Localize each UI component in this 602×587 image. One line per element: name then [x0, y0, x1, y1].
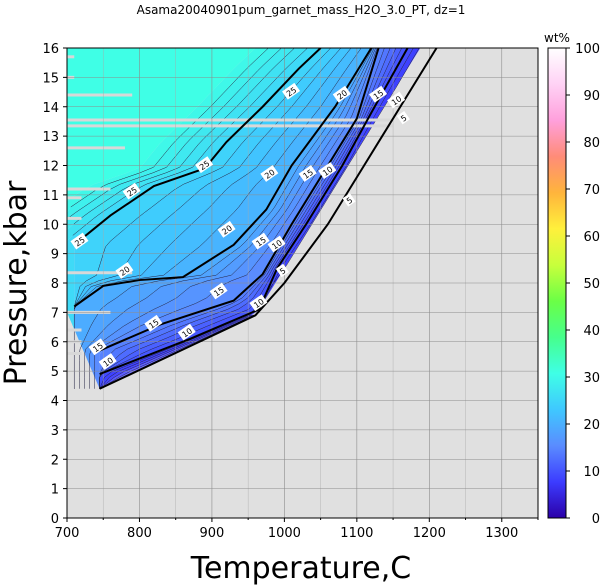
colorbar-tick-label: 30: [583, 371, 600, 386]
colorbar-label: wt%: [544, 31, 570, 45]
y-tick-label: 6: [51, 336, 59, 351]
y-tick-label: 15: [42, 71, 59, 86]
y-tick-label: 12: [42, 160, 59, 175]
y-tick-label: 4: [51, 395, 59, 410]
colorbar-tick-label: 50: [583, 277, 600, 292]
y-tick-label: 5: [51, 365, 59, 380]
y-tick-label: 13: [42, 130, 59, 145]
y-tick-label: 7: [51, 306, 59, 321]
y-tick-label: 1: [51, 483, 59, 498]
y-tick-label: 3: [51, 424, 59, 439]
colorbar-tick-label: 60: [583, 230, 600, 245]
colorbar: [547, 47, 567, 519]
colorbar-tick-label: 0: [592, 512, 600, 527]
x-tick-label: 700: [55, 526, 80, 541]
x-axis-ticks: 700 800 900 1000 1100 1200 1300: [55, 518, 539, 541]
y-tick-label: 16: [42, 42, 59, 57]
contour-fill-bands: [67, 48, 538, 518]
x-tick-label: 800: [127, 526, 152, 541]
x-tick-label: 900: [200, 526, 225, 541]
y-tick-label: 0: [51, 512, 59, 527]
colorbar-tick-label: 70: [583, 183, 600, 198]
chart-title: Asama20040901pum_garnet_mass_H2O_3.0_PT,…: [137, 3, 466, 17]
colorbar-tick-label: 20: [583, 418, 600, 433]
y-axis-label: Pressure,kbar: [0, 180, 34, 385]
y-tick-label: 2: [51, 453, 59, 468]
colorbar-tick-label: 40: [583, 324, 600, 339]
y-tick-label: 11: [42, 189, 59, 204]
y-tick-label: 14: [42, 101, 59, 116]
contour-plot: Asama20040901pum_garnet_mass_H2O_3.0_PT,…: [0, 3, 600, 586]
colorbar-tick-label: 80: [583, 136, 600, 151]
colorbar-ticks: 0 10 20 30 40 50 60 70 80 90 100: [566, 42, 600, 527]
x-tick-label: 1100: [340, 526, 373, 541]
y-tick-label: 8: [51, 277, 59, 292]
x-tick-label: 1300: [485, 526, 518, 541]
x-axis-label: Temperature,C: [190, 551, 412, 586]
y-axis-ticks: 012345678910111213141516: [42, 42, 67, 527]
x-tick-label: 1000: [268, 526, 301, 541]
x-tick-label: 1200: [413, 526, 446, 541]
y-tick-label: 10: [42, 218, 59, 233]
colorbar-tick-label: 10: [583, 465, 600, 480]
y-tick-label: 9: [51, 248, 59, 263]
colorbar-tick-label: 90: [583, 89, 600, 104]
colorbar-tick-label: 100: [575, 42, 600, 57]
